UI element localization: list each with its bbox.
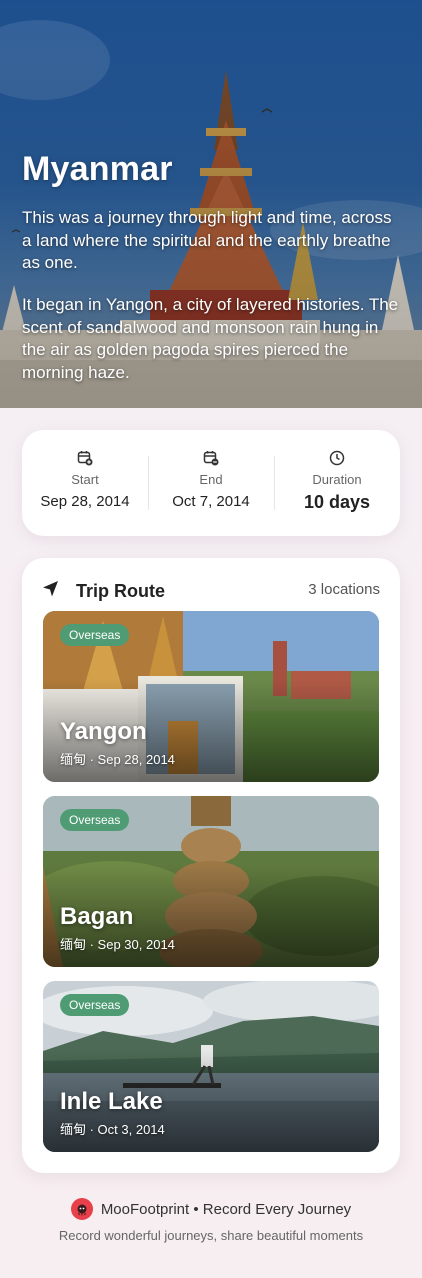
moofootprint-logo-icon bbox=[70, 1198, 93, 1220]
trip-dates-card: Start Sep 28, 2014 End Oct 7, 2014 Durat… bbox=[22, 430, 400, 536]
hero-banner: Myanmar This was a journey through light… bbox=[0, 0, 422, 408]
location-card-bagan[interactable]: Overseas Bagan 缅甸 · Sep 30, 2014 bbox=[43, 796, 379, 967]
location-meta: 缅甸 · Oct 3, 2014 bbox=[60, 1122, 165, 1137]
overseas-badge: Overseas bbox=[60, 994, 130, 1016]
overseas-badge: Overseas bbox=[60, 624, 130, 646]
clock-icon bbox=[329, 450, 345, 466]
end-value: Oct 7, 2014 bbox=[172, 493, 250, 510]
location-name: Yangon bbox=[60, 718, 147, 745]
location-name: Bagan bbox=[60, 903, 134, 930]
end-date: End Oct 7, 2014 bbox=[148, 430, 274, 536]
duration: Duration 10 days bbox=[274, 430, 400, 536]
start-label: Start bbox=[71, 472, 99, 487]
calendar-minus-icon bbox=[203, 451, 219, 466]
location-meta: 缅甸 · Sep 28, 2014 bbox=[60, 752, 175, 767]
duration-value: 10 days bbox=[303, 492, 371, 512]
footer-tagline: Record wonderful journeys, share beautif… bbox=[58, 1228, 364, 1243]
footer-brand: MooFootprint • Record Every Journey bbox=[0, 1198, 422, 1220]
location-card-yangon[interactable]: Overseas Yangon 缅甸 · Sep 28, 2014 bbox=[43, 611, 379, 782]
overseas-badge: Overseas bbox=[60, 809, 130, 831]
end-label: End bbox=[199, 472, 223, 487]
brand-text: MooFootprint • Record Every Journey bbox=[100, 1200, 352, 1218]
start-value: Sep 28, 2014 bbox=[40, 493, 130, 510]
location-card-inle-lake[interactable]: Overseas Inle Lake 缅甸 · Oct 3, 2014 bbox=[43, 981, 379, 1152]
start-date: Start Sep 28, 2014 bbox=[22, 430, 148, 536]
route-title: Trip Route bbox=[76, 581, 165, 601]
location-name: Inle Lake bbox=[60, 1088, 163, 1115]
duration-label: Duration bbox=[312, 472, 362, 487]
location-meta: 缅甸 · Sep 30, 2014 bbox=[60, 937, 175, 952]
route-header: Trip Route 3 locations bbox=[42, 578, 380, 604]
story-paragraph: It began in Yangon, a city of layered hi… bbox=[22, 295, 399, 382]
page-title: Myanmar bbox=[22, 150, 173, 188]
intro-paragraph: This was a journey through light and tim… bbox=[22, 208, 392, 272]
location-count: 3 locations bbox=[308, 581, 380, 598]
navigation-arrow-icon bbox=[43, 581, 58, 597]
calendar-plus-icon bbox=[77, 451, 93, 466]
trip-route-card: Trip Route 3 locations Overseas Yangon 缅… bbox=[22, 558, 400, 1173]
